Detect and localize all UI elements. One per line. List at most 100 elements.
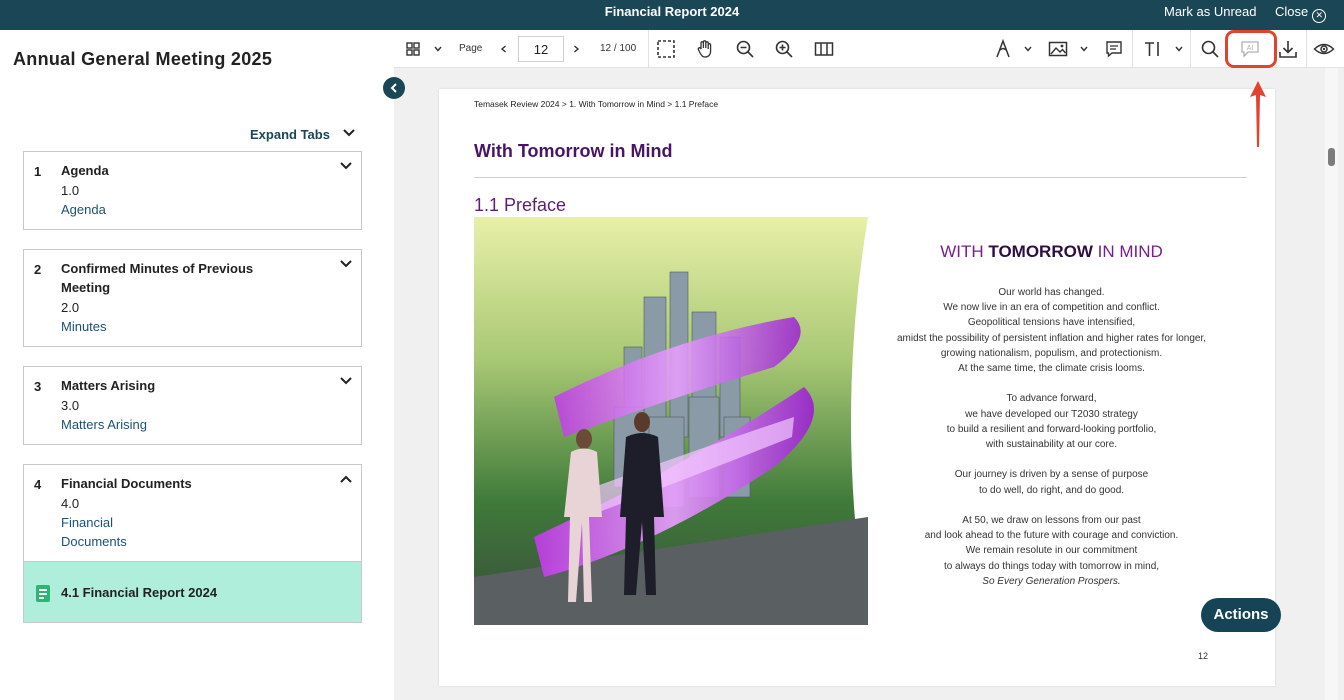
agenda-item-1[interactable]: 1 Agenda 1.0 Agenda — [23, 151, 362, 230]
document-icon — [36, 585, 50, 602]
pdf-toolbar: Page 12 / 100 AI — [394, 30, 1344, 68]
text-line: to do well, do right, and do good. — [978, 484, 1125, 496]
toolbar-divider — [648, 30, 649, 68]
pdf-page: Temasek Review 2024 > 1. With Tomorrow i… — [439, 89, 1275, 686]
subitem-label: 4.1 Financial Report 2024 — [61, 585, 218, 600]
eye-icon[interactable] — [1312, 30, 1336, 68]
top-bar: Financial Report 2024 Mark as Unread Clo… — [0, 0, 1344, 30]
zoom-out-icon[interactable] — [733, 30, 757, 68]
page-number: 12 — [1198, 651, 1209, 661]
item-code: 4.0 — [61, 496, 80, 511]
grid-icon[interactable] — [402, 30, 424, 68]
chevron-down-icon[interactable] — [1172, 30, 1186, 68]
page-number-input[interactable] — [518, 36, 564, 62]
close-label: Close — [1275, 4, 1309, 19]
chevron-down-icon[interactable] — [342, 126, 356, 140]
mark-unread-button[interactable]: Mark as Unread — [1164, 4, 1256, 19]
text-line: to build a resilient and forward-looking… — [946, 423, 1157, 435]
meeting-title: Annual General Meeting 2025 — [13, 49, 273, 69]
pen-icon[interactable] — [992, 30, 1014, 68]
text-tool-icon[interactable] — [1141, 30, 1165, 68]
chevron-down-icon[interactable] — [339, 374, 353, 388]
headline-emphasis: TOMORROW — [988, 242, 1093, 261]
page-headline: WITH TOMORROW IN MIND — [849, 242, 1254, 262]
select-area-icon[interactable] — [654, 30, 678, 68]
text-line: to always do things today with tomorrow … — [943, 560, 1160, 572]
item-link[interactable]: Minutes — [61, 317, 107, 336]
page-breadcrumb: Temasek Review 2024 > 1. With Tomorrow i… — [474, 99, 719, 109]
next-page-icon[interactable] — [569, 30, 583, 68]
document-viewer: Temasek Review 2024 > 1. With Tomorrow i… — [394, 68, 1344, 700]
arrow-up-icon — [1250, 81, 1266, 147]
highlight-annotation — [1225, 30, 1277, 68]
chevron-down-icon[interactable] — [339, 257, 353, 271]
text-line: Our journey is driven by a sense of purp… — [954, 469, 1149, 481]
text-line: Our world has changed. — [998, 287, 1105, 298]
toolbar-divider — [1190, 30, 1191, 68]
agenda-item-3[interactable]: 3 Matters Arising 3.0 Matters Arising — [23, 366, 362, 445]
page-count: 12 / 100 — [600, 43, 637, 54]
cover-illustration — [474, 217, 868, 625]
closing-line: So Every Generation Prospers. — [982, 575, 1121, 587]
agenda-sidebar: Annual General Meeting 2025 Expand Tabs … — [0, 30, 394, 700]
scrollbar-thumb[interactable] — [1328, 148, 1335, 166]
item-code: 1.0 — [61, 183, 80, 198]
text-line: We now live in an era of competition and… — [943, 302, 1160, 314]
item-number: 1 — [34, 164, 42, 179]
item-code: 3.0 — [61, 398, 80, 413]
item-number: 3 — [34, 379, 42, 394]
download-icon[interactable] — [1276, 30, 1300, 68]
comment-icon[interactable] — [1102, 30, 1126, 68]
item-link[interactable]: Agenda — [61, 200, 106, 219]
expand-tabs-button[interactable]: Expand Tabs — [250, 127, 330, 142]
chevron-down-icon[interactable] — [431, 30, 445, 68]
headline-part: IN MIND — [1092, 242, 1163, 261]
text-line: growing nationalism, populism, and prote… — [940, 347, 1163, 359]
text-line: At 50, we draw on lessons from our past — [962, 515, 1141, 526]
text-line: Geopolitical tensions have intensified, — [967, 317, 1136, 329]
toolbar-divider — [1306, 30, 1307, 68]
chevron-down-icon[interactable] — [1077, 30, 1091, 68]
text-line: amidst the possibility of persistent inf… — [896, 332, 1207, 344]
chevron-up-icon[interactable] — [339, 472, 353, 486]
page-heading: With Tomorrow in Mind — [474, 141, 673, 161]
heading-divider — [474, 177, 1247, 178]
item-title: Matters Arising — [61, 378, 156, 393]
page-label: Page — [459, 43, 483, 54]
headline-part: WITH — [940, 242, 989, 261]
text-line: and look ahead to the future with courag… — [924, 530, 1179, 542]
item-title: Confirmed Minutes of Previous Meeting — [61, 261, 254, 295]
preface-text: Our world has changed. We now live in an… — [849, 285, 1254, 589]
item-code: 2.0 — [61, 300, 80, 315]
subitem-financial-report[interactable]: 4.1 Financial Report 2024 — [23, 562, 362, 623]
actions-button[interactable]: Actions — [1201, 598, 1281, 632]
item-number: 4 — [34, 477, 42, 492]
two-page-icon[interactable] — [812, 30, 836, 68]
zoom-in-icon[interactable] — [772, 30, 796, 68]
image-icon[interactable] — [1046, 30, 1070, 68]
previous-page-icon[interactable] — [497, 30, 511, 68]
document-title: Financial Report 2024 — [604, 4, 740, 19]
text-line: At the same time, the climate crisis loo… — [958, 363, 1145, 375]
text-line: we have developed our T2030 strategy — [965, 408, 1138, 420]
scrollbar[interactable] — [1325, 68, 1338, 700]
close-button[interactable]: Close ✕ — [1275, 4, 1327, 23]
search-icon[interactable] — [1198, 30, 1222, 68]
chevron-left-icon — [390, 83, 397, 93]
item-number: 2 — [34, 262, 42, 277]
item-title: Agenda — [61, 163, 109, 178]
hand-icon[interactable] — [693, 30, 717, 68]
item-link[interactable]: Financial Documents — [61, 513, 141, 551]
page-subheading: 1.1 Preface — [474, 195, 567, 215]
text-line: To advance forward, — [1006, 393, 1097, 405]
chevron-down-icon[interactable] — [1021, 30, 1035, 68]
text-line: We remain resolute in our commitment — [965, 545, 1138, 557]
text-line: with sustainability at our core. — [985, 439, 1118, 451]
item-link[interactable]: Matters Arising — [61, 415, 147, 434]
chevron-down-icon[interactable] — [339, 159, 353, 173]
item-title: Financial Documents — [61, 476, 192, 491]
collapse-sidebar-button[interactable] — [383, 77, 405, 99]
toolbar-divider — [1132, 30, 1133, 68]
agenda-item-4[interactable]: 4 Financial Documents 4.0 Financial Docu… — [23, 464, 362, 562]
agenda-item-2[interactable]: 2 Confirmed Minutes of Previous Meeting … — [23, 249, 362, 347]
